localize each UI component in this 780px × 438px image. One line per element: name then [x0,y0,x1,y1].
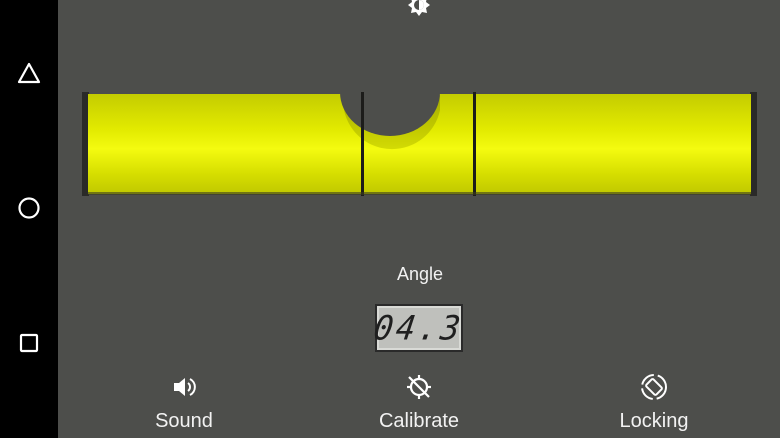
calibrate-icon [405,372,433,402]
vial-right-cap [750,92,757,196]
recents-square-icon [19,333,39,353]
sound-button[interactable]: Sound [104,372,264,438]
vial-left-cap [82,92,89,196]
bubble-level-vial [82,92,757,196]
angle-label: Angle [396,264,444,284]
angle-value: 04.3 [371,308,467,348]
screen-rotation-icon [639,372,669,402]
angle-display: 04.3 [372,304,466,352]
calibrate-button[interactable]: Calibrate [339,372,499,438]
home-button[interactable] [0,184,58,232]
locking-button[interactable]: Locking [574,372,734,438]
back-triangle-icon [17,62,41,84]
locking-label: Locking [619,410,689,432]
navigation-bar [0,0,58,438]
back-button[interactable] [0,49,58,97]
home-circle-icon [18,197,40,219]
calibrate-label: Calibrate [378,410,460,432]
right-marker-line [473,92,476,196]
left-marker-line [361,92,364,196]
recents-button[interactable] [0,319,58,367]
volume-icon [171,372,197,402]
brightness-icon[interactable] [404,0,434,18]
sound-label: Sound [155,410,213,432]
